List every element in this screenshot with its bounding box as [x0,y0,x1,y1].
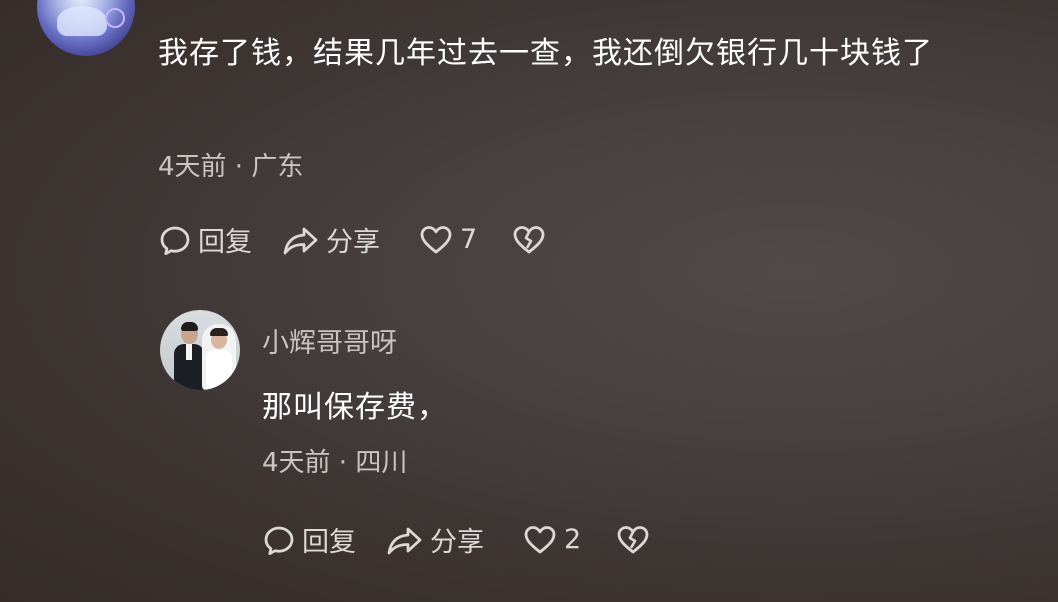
dislike-button[interactable] [615,523,651,557]
like-button[interactable]: 2 [522,523,581,557]
like-count: 2 [564,524,582,555]
comment-text: 我存了钱，结果几年过去一查，我还倒欠银行几十块钱了 [158,36,933,71]
comment-meta: 4天前 · 广东 [158,152,304,182]
share-label: 分享 [430,527,484,558]
heart-icon [524,525,556,553]
reply-text: 那叫保存费， [262,390,448,425]
reply-button[interactable]: 回复 [262,520,356,559]
like-count: 7 [460,224,478,255]
reply-actions: 回复 分享 2 [262,520,651,559]
broken-heart-icon [513,225,545,253]
share-arrow-icon [387,527,422,554]
reply-username[interactable]: 小辉哥哥呀 [262,321,397,360]
speech-bubble-icon [264,526,294,555]
broken-heart-icon [617,525,649,553]
reply-button[interactable]: 回复 [158,220,252,259]
dislike-button[interactable] [511,223,547,257]
share-button[interactable]: 分享 [386,520,484,559]
reply-label: 回复 [302,527,356,558]
commenter-avatar[interactable] [37,0,135,56]
heart-icon [420,225,452,253]
comment-actions: 回复 分享 7 [158,220,547,259]
speech-bubble-icon [160,226,190,255]
reply-label: 回复 [198,227,252,258]
share-button[interactable]: 分享 [282,220,380,259]
like-button[interactable]: 7 [418,223,477,257]
share-label: 分享 [326,227,380,258]
share-arrow-icon [283,227,318,254]
reply-meta: 4天前 · 四川 [262,448,408,478]
replier-avatar[interactable] [160,310,240,390]
